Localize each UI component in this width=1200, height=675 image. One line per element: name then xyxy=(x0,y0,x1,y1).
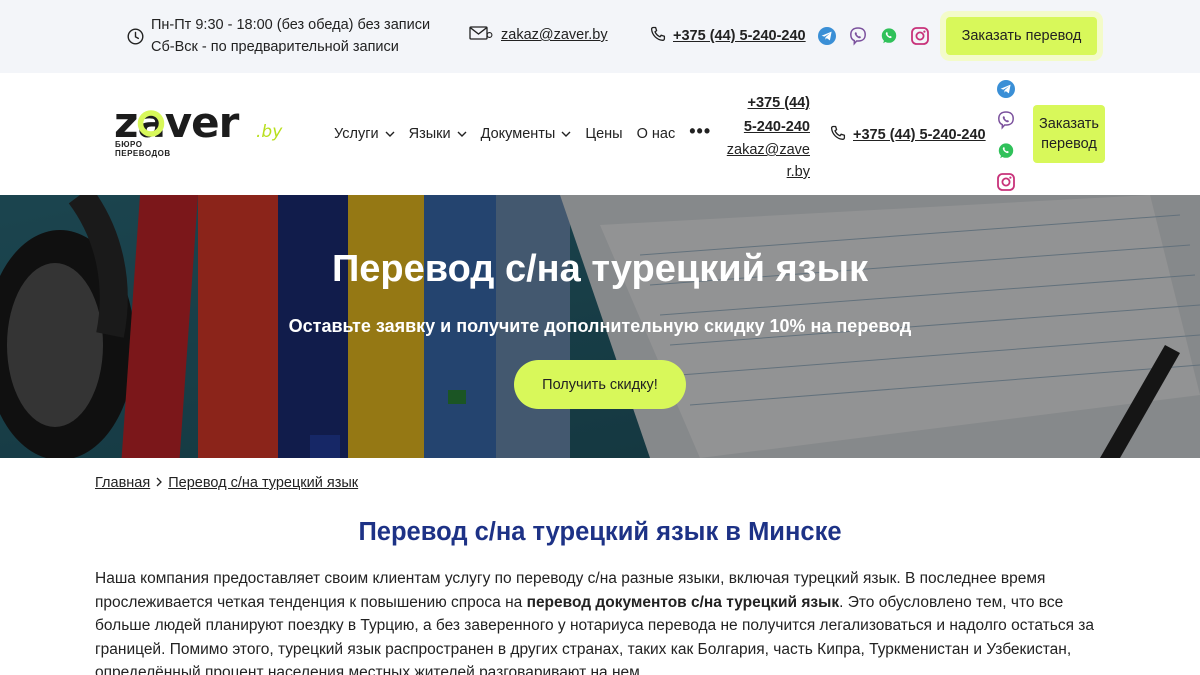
clock-icon xyxy=(127,28,144,50)
chevron-right-icon xyxy=(156,475,163,491)
article-paragraph: Наша компания предоставляет своим клиент… xyxy=(95,570,1095,675)
hours-weekend: Сб-Вск - по предварительной записи xyxy=(151,39,399,55)
hero-banner: Перевод с/на турецкий язык Оставьте заяв… xyxy=(0,195,1200,458)
breadcrumb: Главная Перевод с/на турецкий язык xyxy=(95,475,358,491)
main-header: zaver .by бюро переводов Услуги Языки До… xyxy=(0,73,1200,195)
viber-icon[interactable] xyxy=(996,110,1016,130)
hero-title: Перевод с/на турецкий язык xyxy=(331,248,869,290)
header-phone-line2[interactable]: 5-240-240 xyxy=(726,115,810,139)
nav-item-services[interactable]: Услуги xyxy=(334,126,395,142)
topbar-email[interactable]: zakaz@zaver.by xyxy=(469,26,608,44)
nav-item-about[interactable]: О нас xyxy=(637,126,676,142)
phone-icon xyxy=(650,26,666,46)
header-email-line1[interactable]: zakaz@zave xyxy=(726,139,810,161)
nav-item-languages[interactable]: Языки xyxy=(409,126,467,142)
telegram-icon[interactable] xyxy=(996,79,1016,99)
topbar: Пн-Пт 9:30 - 18:00 (без обеда) без запис… xyxy=(0,0,1200,73)
topbar-socials xyxy=(817,26,930,46)
get-discount-button[interactable]: Получить скидку! xyxy=(514,360,686,409)
article-bold-phrase: перевод документов с/на турецкий язык xyxy=(526,593,840,611)
nav-item-prices[interactable]: Цены xyxy=(585,126,622,142)
mail-icon xyxy=(469,26,493,44)
header-order-button[interactable]: Заказать перевод xyxy=(1033,105,1105,163)
topbar-phone-link[interactable]: +375 (44) 5-240-240 xyxy=(673,28,806,44)
telegram-icon[interactable] xyxy=(817,26,837,46)
logo-wordmark: zaver xyxy=(114,103,240,143)
working-hours: Пн-Пт 9:30 - 18:00 (без обеда) без запис… xyxy=(127,14,430,58)
page-title: Перевод с/на турецкий язык в Минске xyxy=(358,518,842,546)
instagram-icon[interactable] xyxy=(910,26,930,46)
topbar-phone[interactable]: +375 (44) 5-240-240 xyxy=(650,26,806,46)
header-socials xyxy=(996,79,1016,192)
chevron-down-icon xyxy=(561,131,571,137)
main-nav: Услуги Языки Документы Цены О нас ••• xyxy=(334,121,711,143)
breadcrumb-current[interactable]: Перевод с/на турецкий язык xyxy=(168,475,358,491)
order-translation-button[interactable]: Заказать перевод xyxy=(946,17,1097,55)
hours-weekdays: Пн-Пт 9:30 - 18:00 (без обеда) без запис… xyxy=(151,17,431,33)
header-contacts: +375 (44) 5-240-240 zakaz@zave r.by xyxy=(726,91,810,183)
header-phone[interactable]: +375 (44) 5-240-240 xyxy=(830,125,986,145)
instagram-icon[interactable] xyxy=(996,172,1016,192)
header-phone-link[interactable]: +375 (44) 5-240-240 xyxy=(853,127,986,143)
header-email-line2[interactable]: r.by xyxy=(726,161,810,183)
logo-domain: .by xyxy=(256,122,283,142)
chevron-down-icon xyxy=(385,131,395,137)
viber-icon[interactable] xyxy=(848,26,868,46)
whatsapp-icon[interactable] xyxy=(996,141,1016,161)
logo-subtitle: бюро переводов xyxy=(115,140,171,158)
nav-more-icon[interactable]: ••• xyxy=(689,121,711,142)
whatsapp-icon[interactable] xyxy=(879,26,899,46)
chevron-down-icon xyxy=(457,131,467,137)
header-phone-line1[interactable]: +375 (44) xyxy=(726,91,810,115)
nav-item-documents[interactable]: Документы xyxy=(481,126,572,142)
breadcrumb-home[interactable]: Главная xyxy=(95,475,150,491)
hero-subtitle: Оставьте заявку и получите дополнительну… xyxy=(288,316,912,336)
phone-icon xyxy=(830,125,846,145)
topbar-email-link[interactable]: zakaz@zaver.by xyxy=(501,27,608,43)
